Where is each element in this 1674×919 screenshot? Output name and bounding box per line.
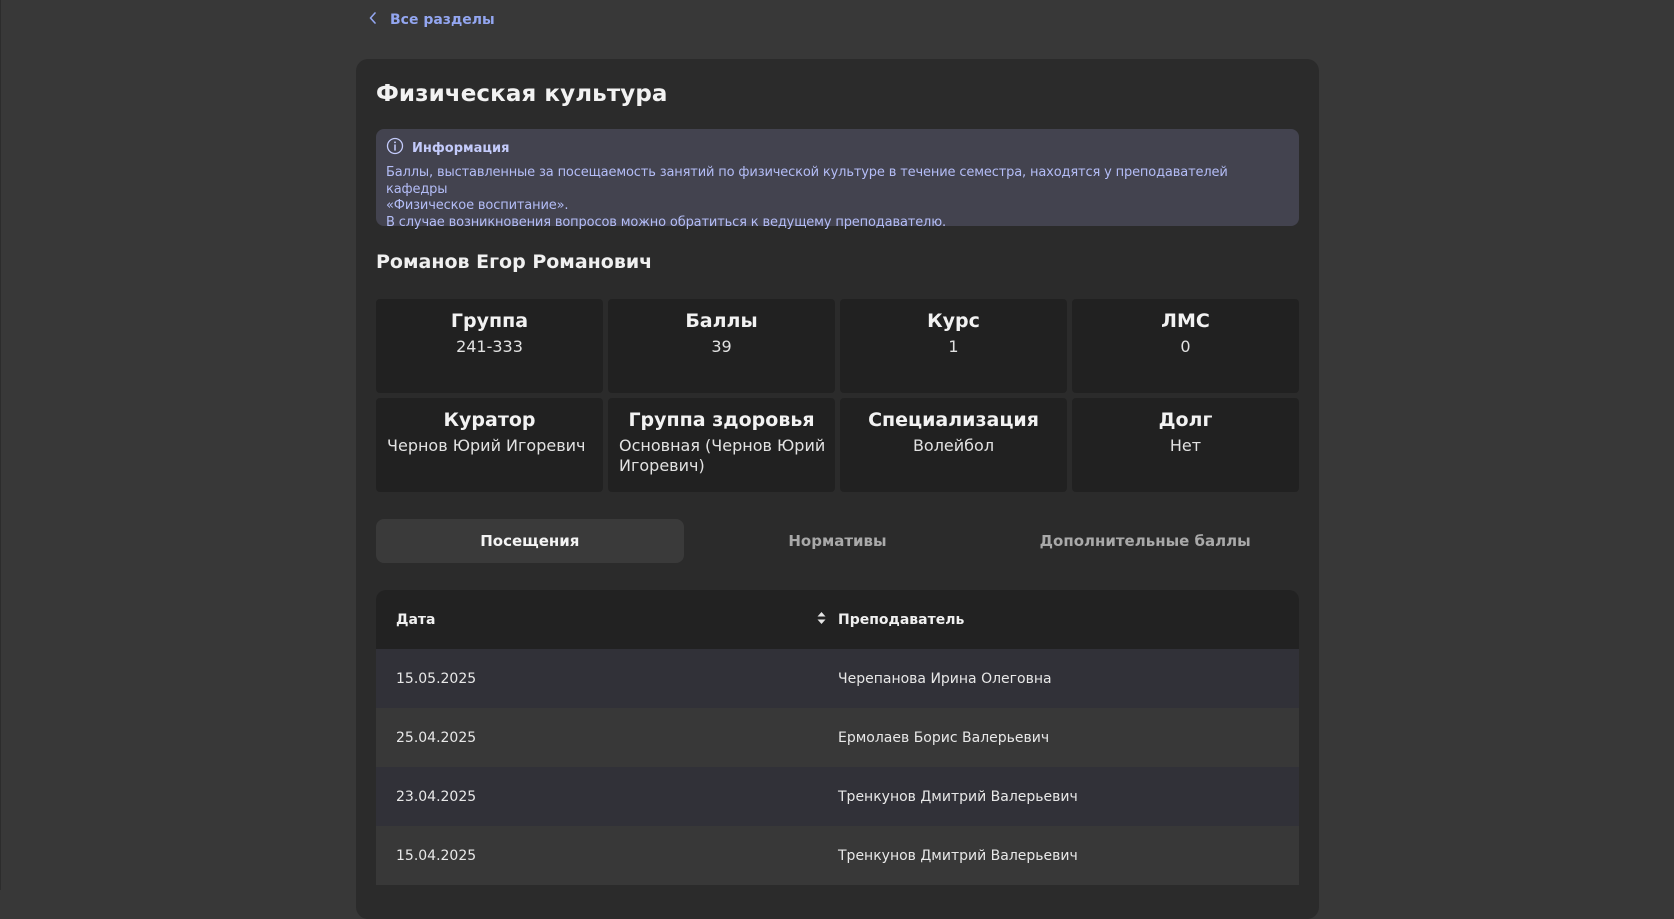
info-line-1: Баллы, выставленные за посещаемость заня… xyxy=(386,165,1228,197)
main-card: Физическая культура Информация Баллы, вы… xyxy=(356,59,1319,919)
stat-points: Баллы 39 xyxy=(608,299,835,393)
stats-grid: Группа 241-333 Баллы 39 Курс 1 ЛМС 0 Кур… xyxy=(376,299,1299,492)
stat-label: ЛМС xyxy=(1161,310,1210,332)
column-header-teacher: Преподаватель xyxy=(838,611,965,628)
table-header: Дата Преподаватель xyxy=(376,590,1299,649)
tabs: Посещения Нормативы Дополнительные баллы xyxy=(376,519,1299,563)
stat-specialization: Специализация Волейбол xyxy=(840,398,1067,492)
info-header: Информация xyxy=(386,137,1289,159)
cell-date: 15.05.2025 xyxy=(396,670,477,687)
stat-group: Группа 241-333 xyxy=(376,299,603,393)
stat-label: Куратор xyxy=(443,409,536,431)
stat-label: Специализация xyxy=(868,409,1039,431)
stat-course: Курс 1 xyxy=(840,299,1067,393)
stat-curator: Куратор Чернов Юрий Игоревич xyxy=(376,398,603,492)
stat-label: Группа xyxy=(450,310,529,332)
info-title: Информация xyxy=(412,140,510,156)
stat-value: Основная (Чернов Юрий Игоревич) xyxy=(619,436,826,475)
stat-value: 39 xyxy=(711,337,732,356)
stat-value: 241-333 xyxy=(456,337,523,356)
tab-extra-points[interactable]: Дополнительные баллы xyxy=(991,519,1299,563)
attendance-table: Дата Преподаватель 15.05.2025 Черепанова… xyxy=(376,590,1299,885)
table-body: 15.05.2025 Черепанова Ирина Олеговна 25.… xyxy=(376,649,1299,885)
cell-date: 25.04.2025 xyxy=(396,729,477,746)
cell-teacher: Тренкунов Дмитрий Валерьевич xyxy=(838,788,1078,805)
column-header-date[interactable]: Дата xyxy=(376,611,838,629)
cell-date: 15.04.2025 xyxy=(396,847,477,864)
cell-teacher: Черепанова Ирина Олеговна xyxy=(838,670,1052,687)
stat-label: Курс xyxy=(927,310,980,332)
page-edge xyxy=(0,0,1,890)
table-row: 15.04.2025 Тренкунов Дмитрий Валерьевич xyxy=(376,826,1299,885)
info-line-3: В случае возникновения вопросов можно об… xyxy=(386,214,946,230)
stat-health-group: Группа здоровья Основная (Чернов Юрий Иг… xyxy=(608,398,835,492)
tab-attendance[interactable]: Посещения xyxy=(376,519,684,563)
student-name: Романов Егор Романович xyxy=(376,251,653,273)
info-text: Баллы, выставленные за посещаемость заня… xyxy=(386,165,1289,231)
stat-value: Чернов Юрий Игоревич xyxy=(387,436,586,455)
info-line-2: «Физическое воспитание». xyxy=(386,198,569,213)
stat-value: Нет xyxy=(1169,436,1202,455)
stat-value: 0 xyxy=(1180,337,1191,356)
info-box: Информация Баллы, выставленные за посеща… xyxy=(376,129,1299,230)
table-row: 23.04.2025 Тренкунов Дмитрий Валерьевич xyxy=(376,767,1299,826)
back-link[interactable]: Все разделы xyxy=(368,12,495,28)
info-circle-icon xyxy=(386,137,404,159)
table-row: 15.05.2025 Черепанова Ирина Олеговна xyxy=(376,649,1299,708)
table-row: 25.04.2025 Ермолаев Борис Валерьевич xyxy=(376,708,1299,767)
page-title: Физическая культура xyxy=(376,81,668,107)
sort-icon[interactable] xyxy=(817,611,826,629)
stat-value: Волейбол xyxy=(912,436,995,455)
column-header-date-label: Дата xyxy=(396,611,436,628)
stat-lms: ЛМС 0 xyxy=(1072,299,1299,393)
stat-label: Баллы xyxy=(685,310,758,332)
cell-date: 23.04.2025 xyxy=(396,788,477,805)
stat-label: Группа здоровья xyxy=(628,409,815,431)
back-link-label: Все разделы xyxy=(390,12,495,28)
cell-teacher: Ермолаев Борис Валерьевич xyxy=(838,729,1050,746)
chevron-left-icon xyxy=(368,12,378,28)
tab-standards[interactable]: Нормативы xyxy=(684,519,992,563)
stat-label: Долг xyxy=(1158,409,1213,431)
stat-debt: Долг Нет xyxy=(1072,398,1299,492)
cell-teacher: Тренкунов Дмитрий Валерьевич xyxy=(838,847,1078,864)
stat-value: 1 xyxy=(948,337,959,356)
